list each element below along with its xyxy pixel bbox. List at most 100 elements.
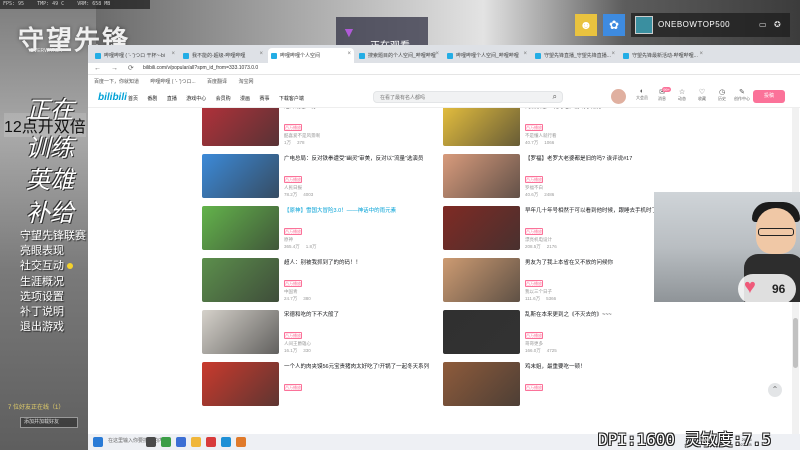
close-icon[interactable]: × xyxy=(611,51,615,57)
close-icon[interactable]: × xyxy=(699,51,703,57)
video-thumbnail[interactable] xyxy=(443,258,520,302)
search-icon[interactable]: ⌕ xyxy=(553,92,557,102)
creator-button[interactable]: ✎ 创作中心 xyxy=(733,88,751,102)
video-thumbnail[interactable] xyxy=(443,310,520,354)
menu-item-league[interactable]: 守望先锋联赛 xyxy=(20,229,86,244)
bookmark-item[interactable]: 百度翻译 xyxy=(207,79,227,85)
tab-1[interactable]: 哔哩哔哩 ( '- ')つロ 干杯~-bi × xyxy=(92,48,178,63)
video-thumbnail[interactable] xyxy=(202,154,279,198)
video-uploader[interactable]: 哥哥更多 xyxy=(525,341,543,347)
video-card[interactable]: 男友为了我上本省在又不放的问候你 百万播放 我以三个日子 111.6万 5366 xyxy=(443,258,683,305)
video-thumbnail[interactable] xyxy=(202,108,279,146)
video-title[interactable]: 超人：别被我抓到了的的码！！ xyxy=(284,260,439,267)
video-thumbnail[interactable] xyxy=(443,108,520,146)
video-uploader[interactable]: 原神 xyxy=(284,237,293,243)
menu-item-options[interactable]: 选项设置 xyxy=(20,290,86,305)
menu-item-highlights[interactable]: 亮眼表现 xyxy=(20,244,86,259)
player-name-box[interactable]: ONEBOWTOP500 ▭ ✪ xyxy=(631,13,790,37)
nav-esports[interactable]: 赛事 xyxy=(259,96,269,102)
menu-item-exit[interactable]: 退出游戏 xyxy=(20,320,86,335)
video-uploader[interactable]: 漂亮机电设计 xyxy=(525,237,552,243)
dynamics-button[interactable]: ☆ 动态 xyxy=(673,88,691,102)
back-to-top-button[interactable]: ⌃ xyxy=(768,383,782,397)
video-thumbnail[interactable] xyxy=(202,258,279,302)
close-icon[interactable]: × xyxy=(171,51,175,57)
nav-games[interactable]: 游戏中心 xyxy=(186,96,206,102)
bookmark-item[interactable]: 哔哩哔哩 ( '- ')つロ... xyxy=(150,79,195,85)
vip-button[interactable]: ◐ 大会员 xyxy=(633,88,651,101)
video-thumbnail[interactable] xyxy=(443,206,520,250)
close-icon[interactable]: × xyxy=(347,51,351,57)
tab-3-active[interactable]: 哔哩哔哩个人空间 × xyxy=(268,48,354,63)
menu-item-career[interactable]: 生涯概况 xyxy=(20,275,86,290)
video-title[interactable]: 一个人的肉夹馍56元宝贵猪肉太好吃了!开锅了一起冬天系列 xyxy=(284,364,439,371)
video-thumbnail[interactable] xyxy=(443,154,520,198)
video-uploader[interactable]: 罗福不白 xyxy=(525,185,543,191)
tab-4[interactable]: 搜索题目的个人空间_哔哩哔哩 × xyxy=(356,48,442,63)
nav-anime[interactable]: 番剧 xyxy=(147,96,157,102)
video-uploader[interactable]: 中国青 xyxy=(284,289,298,295)
windows-start-icon[interactable] xyxy=(93,437,103,447)
video-card[interactable]: 到底该怎么玩为啥。游戏争点分? 百万播放不是懂人就行看40.7万 1066 xyxy=(443,108,683,149)
bilibili-app-icon[interactable] xyxy=(221,437,231,447)
menu-item-patch-notes[interactable]: 补丁说明 xyxy=(20,305,86,320)
video-uploader[interactable]: 人间王爵雄心 xyxy=(284,341,311,347)
nav-buttons-icon[interactable]: ← → ⟳ xyxy=(94,64,138,72)
video-card[interactable]: 【罗福】老罗大老婆都是旧的吗? 诶评说#17 百万播放 罗福不白 40.6万 2486 xyxy=(443,154,683,201)
history-button[interactable]: ◷ 历史 xyxy=(713,88,731,102)
nav-manga[interactable]: 漫画 xyxy=(240,96,250,102)
taskbar-search[interactable]: 在这里输入你要搜索的内容 xyxy=(108,437,168,444)
tab-6[interactable]: 守望先锋直播_守望先锋直播... × xyxy=(532,48,618,63)
video-thumbnail[interactable] xyxy=(202,310,279,354)
user-avatar[interactable] xyxy=(611,89,626,104)
video-title[interactable]: 【原神】雪国大冒险3.0！——神话中的雨元素 xyxy=(284,208,439,215)
tab-7[interactable]: 守望先锋最新活动-哔哩哔哩... × xyxy=(620,48,706,63)
messages-button[interactable]: ✉ 消息 99+ xyxy=(653,87,671,102)
video-card[interactable]: 广电总局：反对铁拳遭受“幽灵”审美，反对以“流量”选演员 百万播放 人民日报 78.2… xyxy=(202,154,442,201)
video-uploader[interactable]: 不是懂人就行看 xyxy=(525,133,557,139)
video-thumbnail[interactable] xyxy=(443,362,520,406)
add-friend-button[interactable]: 添加并加载好友 xyxy=(20,417,78,428)
video-card[interactable]: 鸡末姐，最重要吃一顿！ 百万播放 xyxy=(443,362,683,409)
favorites-button[interactable]: ♡ 收藏 xyxy=(693,88,711,102)
video-title[interactable]: 广电总局：反对铁拳遭受“幽灵”审美，反对以“流量”选演员 xyxy=(284,156,439,163)
bilibili-logo[interactable]: bilibili xyxy=(98,92,127,103)
nav-home[interactable]: 首页 xyxy=(128,96,138,102)
video-card[interactable]: 早年几十年号相然于可以看到他时候，跟睡去手机时了！ 百万播放 漂亮机电设计 208.5… xyxy=(443,206,683,253)
menu-item-social[interactable]: 社交互动 xyxy=(20,259,86,274)
search-input[interactable] xyxy=(380,94,540,101)
video-thumbnail[interactable] xyxy=(202,362,279,406)
close-icon[interactable]: × xyxy=(523,51,527,57)
video-card[interactable]: 乱斯在本来更到之《不灭去的》~~~ 百万播放 哥哥更多 166.0万 4725 xyxy=(443,310,683,357)
bookmark-item[interactable]: 淘宝网 xyxy=(238,79,253,85)
url-field[interactable]: bilibili.com/v/popular/all?spm_id_from=3… xyxy=(143,65,258,71)
video-card[interactable]: 一个人的肉夹馍56元宝贵猪肉太好吃了!开锅了一起冬天系列 百万播放 xyxy=(202,362,442,409)
video-uploader[interactable]: 酷喜爱不是风景啊 xyxy=(284,133,320,139)
video-card[interactable]: 【原神】雪国大冒险3.0！——神话中的雨元素 百万播放 原神 365.4万 1.8万 xyxy=(202,206,442,253)
video-title[interactable]: 鸡末姐，最重要吃一顿！ xyxy=(525,364,680,371)
chat-icon[interactable]: ▭ xyxy=(759,20,767,29)
nav-shop[interactable]: 会员购 xyxy=(216,96,231,102)
friends-icon[interactable]: ✿ xyxy=(603,14,625,36)
edge-icon[interactable] xyxy=(176,437,186,447)
chrome-icon[interactable] xyxy=(161,437,171,447)
video-card[interactable]: 宋德和吃的下不大般了 百万播放 人间王爵雄心 16.1万 330 xyxy=(202,310,442,357)
bookmark-item[interactable]: 百度一下，你就知道 xyxy=(94,79,139,85)
scroll-thumb[interactable] xyxy=(793,318,798,368)
video-thumbnail[interactable] xyxy=(202,206,279,250)
task-view-icon[interactable] xyxy=(146,437,156,447)
tab-5[interactable]: 哔哩哔哩个人空间_哔哩哔哩 × xyxy=(444,48,530,63)
folder-icon[interactable] xyxy=(191,437,201,447)
group-icon[interactable]: ☻ xyxy=(575,14,597,36)
game-icon[interactable] xyxy=(236,437,246,447)
video-title[interactable]: 砸碎碗怎么办 xyxy=(284,108,439,111)
nav-download[interactable]: 下载客户端 xyxy=(279,96,304,102)
video-uploader[interactable]: 人民日报 xyxy=(284,185,302,191)
video-title[interactable]: 到底该怎么玩为啥。游戏争点分? xyxy=(525,108,680,111)
tab-2[interactable]: 我不能的-超级-哔哩哔哩 × xyxy=(180,48,266,63)
close-icon[interactable]: × xyxy=(259,51,263,57)
close-icon[interactable]: × xyxy=(435,51,439,57)
trophy-icon[interactable]: ✪ xyxy=(774,20,781,29)
video-title[interactable]: 【罗福】老罗大老婆都是旧的吗? 诶评说#17 xyxy=(525,156,680,163)
nav-live[interactable]: 直播 xyxy=(167,96,177,102)
